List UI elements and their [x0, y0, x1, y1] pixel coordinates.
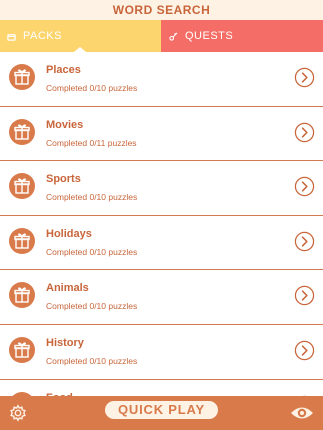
tab-packs[interactable]: PACKS [0, 20, 161, 52]
pack-row[interactable]: Sports Completed 0/10 puzzles [0, 161, 323, 216]
pack-row[interactable]: Food [0, 380, 323, 396]
app-title: WORD SEARCH [0, 0, 323, 20]
quick-play-button[interactable]: QUICK PLAY [105, 401, 218, 419]
chevron-right-icon[interactable] [294, 340, 315, 361]
gift-icon [9, 282, 35, 309]
chevron-right-icon[interactable] [294, 67, 315, 88]
pack-progress: Completed 0/10 puzzles [46, 355, 138, 366]
tab-quests[interactable]: QUESTS [161, 20, 323, 52]
tab-bar: PACKS QUESTS [0, 20, 323, 52]
pack-progress: Completed 0/11 puzzles [46, 137, 137, 148]
pack-row[interactable]: Places Completed 0/10 puzzles [0, 52, 323, 107]
chevron-right-icon[interactable] [294, 231, 315, 252]
pack-progress: Completed 0/10 puzzles [46, 192, 138, 203]
gift-icon [9, 227, 35, 254]
gift-icon [9, 336, 35, 363]
chevron-right-icon[interactable] [294, 122, 315, 143]
pack-icon [7, 33, 16, 41]
gear-icon[interactable] [9, 404, 27, 422]
chevron-right-icon[interactable] [294, 176, 315, 197]
pack-list: Places Completed 0/10 puzzles Movies Comple… [0, 52, 323, 396]
pack-name: History [46, 336, 84, 349]
quest-icon [169, 32, 178, 41]
pack-row[interactable]: Holidays Completed 0/10 puzzles [0, 216, 323, 271]
pack-progress: Completed 0/10 puzzles [46, 301, 138, 312]
tab-packs-label: PACKS [23, 30, 62, 42]
gift-icon [9, 118, 35, 145]
pack-name: Animals [46, 282, 89, 295]
eye-icon[interactable] [290, 405, 314, 421]
tab-quests-label: QUESTS [185, 30, 234, 42]
gift-icon [9, 173, 35, 200]
chevron-right-icon[interactable] [294, 285, 315, 306]
pack-progress: Completed 0/10 puzzles [46, 246, 138, 257]
gift-icon [9, 64, 35, 90]
pack-row[interactable]: History Completed 0/10 puzzles [0, 325, 323, 380]
pack-name: Movies [46, 118, 84, 131]
pack-progress: Completed 0/10 puzzles [46, 83, 138, 93]
pack-row[interactable]: Movies Completed 0/11 puzzles [0, 107, 323, 162]
pack-name: Sports [46, 173, 81, 186]
bottom-bar: QUICK PLAY [0, 396, 323, 430]
pack-name: Places [46, 64, 81, 76]
pack-name: Holidays [46, 227, 92, 240]
pack-row[interactable]: Animals Completed 0/10 puzzles [0, 270, 323, 325]
